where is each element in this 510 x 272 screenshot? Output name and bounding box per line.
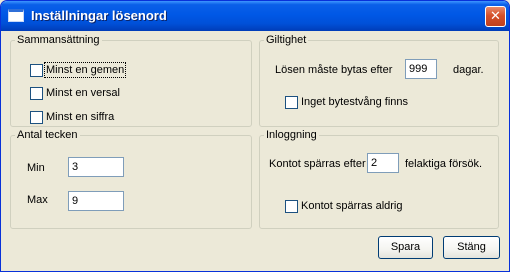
lowercase-checkbox[interactable] — [30, 64, 43, 77]
days-unit-label: dagar. — [453, 64, 484, 76]
digit-label[interactable]: Minst en siffra — [46, 111, 114, 123]
change-days-input[interactable]: 999 — [405, 59, 437, 79]
no-forced-change-checkbox[interactable] — [285, 96, 298, 109]
window-title: Inställningar lösenord — [31, 8, 167, 23]
uppercase-checkbox[interactable] — [30, 87, 43, 100]
uppercase-label[interactable]: Minst en versal — [46, 87, 120, 99]
lock-after-label: Kontot spärras efter — [269, 158, 366, 170]
dialog-content: Sammansättning Minst en gemen Minst en v… — [1, 31, 509, 271]
never-lock-label[interactable]: Kontot spärras aldrig — [301, 200, 403, 212]
composition-legend: Sammansättning — [17, 34, 100, 46]
digit-checkbox[interactable] — [30, 111, 43, 124]
failed-attempts-input[interactable]: 2 — [367, 153, 399, 173]
password-settings-dialog: Inställningar lösenord ✕ Sammansättning … — [0, 0, 510, 272]
close-button[interactable]: Stäng — [443, 236, 500, 259]
min-length-input[interactable]: 3 — [68, 157, 124, 177]
validity-group: Giltighet — [259, 34, 499, 127]
max-length-input[interactable]: 9 — [68, 191, 124, 211]
title-bar[interactable]: Inställningar lösenord ✕ — [1, 1, 509, 31]
lowercase-label[interactable]: Minst en gemen — [43, 62, 127, 78]
validity-legend: Giltighet — [266, 34, 307, 46]
close-window-button[interactable]: ✕ — [485, 6, 506, 27]
close-icon: ✕ — [490, 9, 501, 24]
min-label: Min — [27, 162, 45, 174]
change-interval-label: Lösen måste bytas efter — [275, 64, 393, 76]
no-forced-change-label[interactable]: Inget bytestvång finns — [301, 96, 408, 108]
login-group: Inloggning — [259, 129, 499, 229]
failed-attempts-suffix: felaktiga försök. — [405, 158, 483, 170]
login-legend: Inloggning — [266, 129, 317, 141]
max-label: Max — [27, 194, 48, 206]
char-count-legend: Antal tecken — [17, 129, 78, 141]
window-icon — [8, 9, 24, 22]
char-count-group: Antal tecken — [10, 129, 252, 229]
never-lock-checkbox[interactable] — [285, 200, 298, 213]
save-button[interactable]: Spara — [378, 236, 433, 259]
